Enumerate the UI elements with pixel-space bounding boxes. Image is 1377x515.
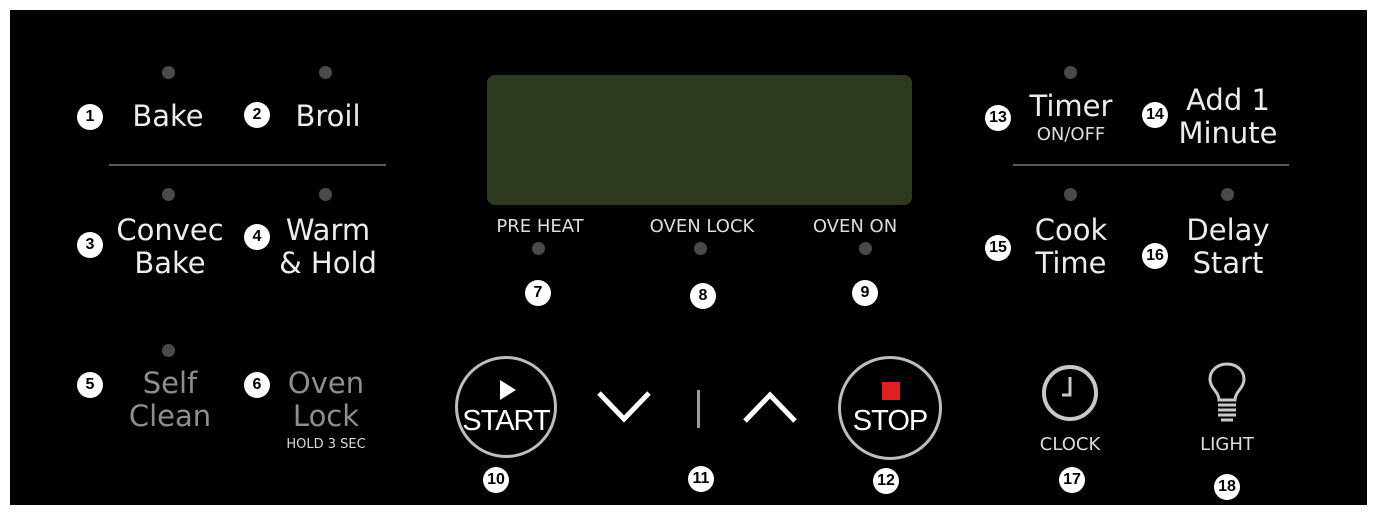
callout-3: 3: [77, 232, 103, 258]
convec-bake-led: [162, 188, 175, 201]
add-1-minute-line1: Add 1: [1186, 83, 1270, 117]
stop-square-icon: [882, 382, 900, 400]
timer-button[interactable]: Timer ON/OFF: [1011, 90, 1131, 145]
self-clean-line2: Clean: [128, 399, 212, 433]
callout-16: 16: [1142, 243, 1168, 269]
clock-icon: [1042, 365, 1098, 421]
stop-button[interactable]: STOP: [838, 356, 942, 460]
stop-label: STOP: [852, 405, 928, 437]
self-clean-line1: Self: [142, 366, 198, 400]
callout-11: 11: [688, 466, 714, 492]
clock-label: CLOCK: [1039, 434, 1101, 455]
left-divider: [109, 164, 386, 166]
light-label: LIGHT: [1200, 434, 1254, 455]
oven-on-label: OVEN ON: [812, 216, 898, 237]
light-bulb-icon: [1208, 362, 1246, 422]
start-button[interactable]: START: [455, 356, 557, 458]
callout-10: 10: [483, 467, 509, 493]
callout-18: 18: [1214, 474, 1240, 500]
lcd-display: [487, 75, 912, 205]
add-1-minute-line2: Minute: [1178, 116, 1278, 150]
oven-lock-line1: Oven: [287, 366, 365, 400]
start-label: START: [462, 405, 550, 437]
cook-time-line1: Cook: [1034, 213, 1108, 247]
cook-time-line2: Time: [1035, 246, 1107, 280]
cook-time-led: [1064, 188, 1077, 201]
self-clean-button[interactable]: Self Clean: [110, 367, 230, 433]
warm-hold-line1: Warm: [285, 213, 371, 247]
broil-button[interactable]: Broil: [278, 100, 378, 133]
self-clean-led: [162, 344, 175, 357]
convec-bake-button[interactable]: Convec Bake: [110, 214, 230, 280]
timer-label: Timer: [1029, 89, 1113, 123]
broil-led: [319, 66, 332, 79]
delay-start-led: [1221, 188, 1234, 201]
warm-hold-line2: & Hold: [279, 246, 377, 280]
bake-led: [162, 66, 175, 79]
convec-bake-line1: Convec: [116, 213, 224, 247]
light-button[interactable]: LIGHT: [1167, 362, 1287, 457]
chevron-down-icon[interactable]: [595, 387, 655, 427]
convec-bake-line2: Bake: [134, 246, 206, 280]
delay-start-line2: Start: [1192, 246, 1264, 280]
play-icon: [500, 380, 516, 400]
callout-17: 17: [1059, 467, 1085, 493]
pre-heat-led: [532, 242, 545, 255]
control-panel: 1 Bake 2 Broil 3 Convec Bake 4 Warm & Ho…: [10, 10, 1367, 505]
right-divider: [1013, 164, 1289, 166]
callout-15: 15: [985, 235, 1011, 261]
cook-time-button[interactable]: Cook Time: [1011, 214, 1131, 280]
callout-2: 2: [244, 102, 270, 128]
bake-button[interactable]: Bake: [118, 100, 218, 133]
oven-on-led: [859, 242, 872, 255]
callout-12: 12: [873, 468, 899, 494]
callout-4: 4: [244, 224, 270, 250]
callout-1: 1: [77, 104, 103, 130]
arrow-divider: [697, 390, 700, 428]
warm-hold-button[interactable]: Warm & Hold: [268, 214, 388, 280]
add-1-minute-button[interactable]: Add 1 Minute: [1163, 84, 1293, 150]
pre-heat-label: PRE HEAT: [496, 216, 584, 237]
oven-lock-indicator-label: OVEN LOCK: [649, 216, 755, 237]
chevron-up-icon[interactable]: [741, 387, 801, 427]
oven-lock-line2: Lock: [292, 399, 360, 433]
callout-8: 8: [690, 283, 716, 309]
callout-5: 5: [77, 372, 103, 398]
oven-lock-indicator-led: [694, 242, 707, 255]
delay-start-line1: Delay: [1186, 213, 1270, 247]
clock-button[interactable]: CLOCK: [1010, 362, 1130, 457]
callout-9: 9: [852, 280, 878, 306]
warm-hold-led: [319, 188, 332, 201]
timer-sub-label: ON/OFF: [1036, 124, 1106, 145]
oven-lock-button[interactable]: Oven Lock HOLD 3 SEC: [266, 366, 386, 453]
delay-start-button[interactable]: Delay Start: [1168, 214, 1288, 280]
timer-led: [1064, 66, 1077, 79]
callout-13: 13: [985, 105, 1011, 131]
oven-lock-hold-note: HOLD 3 SEC: [286, 437, 366, 452]
callout-7: 7: [525, 280, 551, 306]
